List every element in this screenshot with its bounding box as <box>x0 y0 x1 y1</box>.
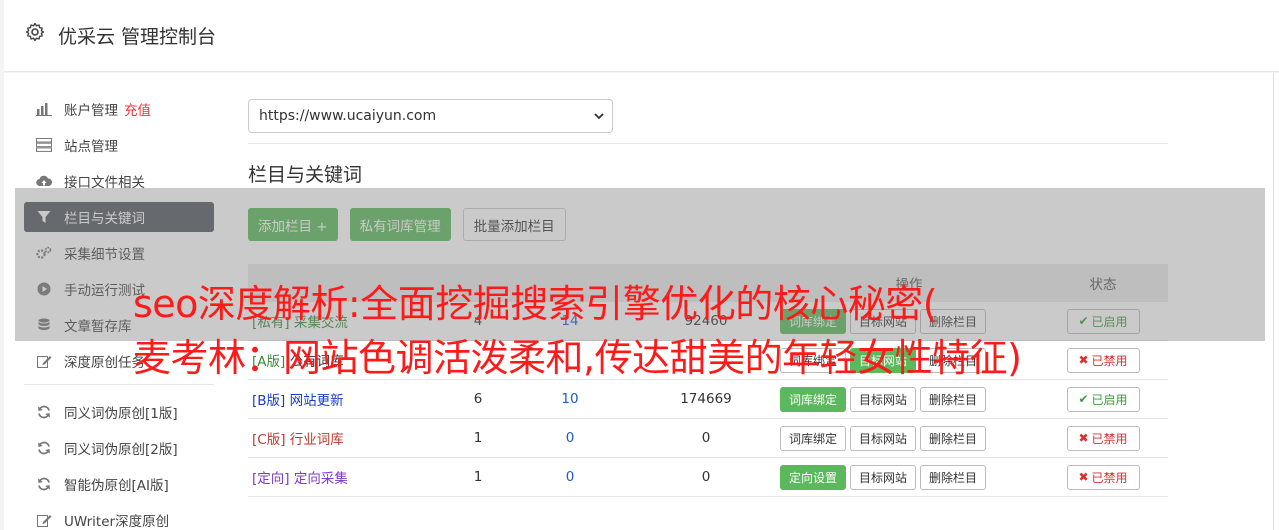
targeted-settings-button[interactable]: 定向设置 <box>780 464 847 490</box>
refresh-icon <box>36 440 52 456</box>
target-site-button[interactable]: 目标网站 <box>850 425 917 451</box>
sidebar-item-synonym-v1[interactable]: 同义词伪原创[1版] <box>24 397 214 427</box>
delete-column-button[interactable]: 删除栏目 <box>920 386 987 412</box>
check-icon: ✔ <box>1078 392 1089 406</box>
target-site-button[interactable]: 目标网站 <box>850 386 917 412</box>
chevron-down-icon <box>594 113 604 120</box>
section-title: 栏目与关键词 <box>248 164 363 186</box>
sidebar-item-label: 同义词伪原创[2版] <box>64 442 178 458</box>
row-count-2[interactable]: 0 <box>508 469 632 485</box>
sidebar-item-synonym-v2[interactable]: 同义词伪原创[2版] <box>24 433 214 463</box>
sidebar-item-label: 站点管理 <box>64 139 118 155</box>
edit-icon <box>36 512 52 528</box>
delete-column-button[interactable]: 删除栏目 <box>920 425 987 451</box>
status-toggle[interactable]: ✖ 已禁用 <box>1066 425 1140 451</box>
overlay-headline-2: 麦考林：网站色调活泼柔和,传达甜美的年轻女性特征) <box>133 336 1022 380</box>
top-bar: 优采云 管理控制台 <box>4 0 1279 72</box>
row-count-2[interactable]: 0 <box>508 430 632 446</box>
gear-icon <box>25 22 45 42</box>
sidebar-divider <box>24 384 214 385</box>
delete-column-button[interactable]: 删除栏目 <box>920 464 987 490</box>
sidebar-item-label: 智能伪原创[AI版] <box>64 478 169 494</box>
table-row: [B版] 网站更新 6 10 174669 词库绑定 目标网站 删除栏目 ✔ 已启… <box>248 380 1168 419</box>
sidebar-item-account[interactable]: 账户管理 充值 <box>24 94 214 124</box>
cloud-upload-icon <box>36 173 52 189</box>
target-site-button[interactable]: 目标网站 <box>850 464 917 490</box>
site-select-value: https://www.ucaiyun.com <box>259 108 437 124</box>
row-tag: [定向] <box>252 471 290 487</box>
row-tag: [C版] <box>252 432 286 448</box>
scrollbar[interactable] <box>1273 73 1274 530</box>
row-name-link[interactable]: 定向采集 <box>294 471 348 487</box>
table-row: [定向] 定向采集 1 0 0 定向设置 目标网站 删除栏目 ✖ 已禁用 <box>248 458 1168 497</box>
overlay-headline-1: seo深度解析:全面挖掘搜索引擎优化的核心秘密( <box>133 282 938 326</box>
status-toggle[interactable]: ✖ 已禁用 <box>1066 464 1140 490</box>
site-select[interactable]: https://www.ucaiyun.com <box>248 99 613 133</box>
close-icon: ✖ <box>1078 353 1089 367</box>
divider <box>248 143 1168 144</box>
bind-lib-button[interactable]: 词库绑定 <box>780 425 847 451</box>
sidebar-item-label: 同义词伪原创[1版] <box>64 406 178 422</box>
row-count-1: 6 <box>473 391 483 407</box>
row-count-1: 1 <box>473 430 483 446</box>
status-toggle[interactable]: ✔ 已启用 <box>1066 386 1140 412</box>
edit-icon <box>36 353 52 369</box>
sidebar-item-ai-rewrite[interactable]: 智能伪原创[AI版] <box>24 469 214 499</box>
table-row: [C版] 行业词库 1 0 0 词库绑定 目标网站 删除栏目 ✖ 已禁用 <box>248 419 1168 458</box>
row-count-3: 0 <box>701 430 711 446</box>
server-icon <box>36 137 52 153</box>
row-name-link[interactable]: 网站更新 <box>290 393 344 409</box>
refresh-icon <box>36 476 52 492</box>
sidebar-item-uwriter[interactable]: UWriter深度原创 <box>24 505 214 530</box>
close-icon: ✖ <box>1078 431 1089 445</box>
app-title: 优采云 管理控制台 <box>58 26 217 48</box>
bind-lib-button[interactable]: 词库绑定 <box>780 386 847 412</box>
refresh-icon <box>36 404 52 420</box>
bar-chart-icon <box>36 101 52 117</box>
sidebar-item-label: UWriter深度原创 <box>64 514 170 530</box>
status-toggle[interactable]: ✖ 已禁用 <box>1066 347 1140 373</box>
row-count-3: 0 <box>701 469 711 485</box>
row-name-link[interactable]: 行业词库 <box>290 432 344 448</box>
row-tag: [B版] <box>252 393 286 409</box>
close-icon: ✖ <box>1078 470 1089 484</box>
row-count-2[interactable]: 10 <box>508 391 632 407</box>
sidebar-item-label: 账户管理 <box>64 103 118 119</box>
row-count-1: 1 <box>473 469 483 485</box>
row-count-3: 174669 <box>680 391 732 407</box>
recharge-link[interactable]: 充值 <box>124 99 151 119</box>
sidebar-item-sites[interactable]: 站点管理 <box>24 130 214 160</box>
